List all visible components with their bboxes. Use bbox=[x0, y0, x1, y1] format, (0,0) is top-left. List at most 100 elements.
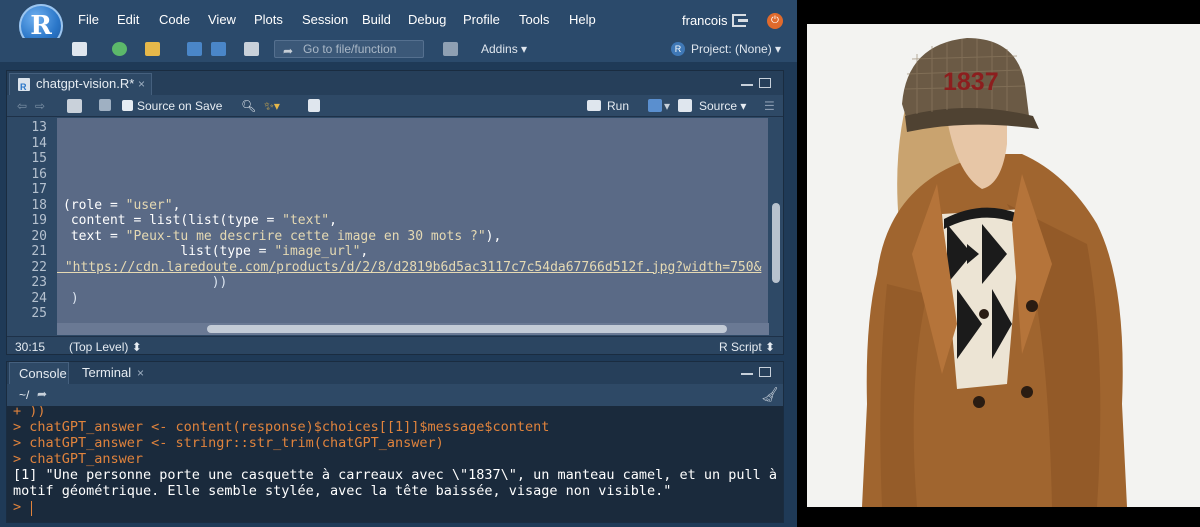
save-all-icon[interactable] bbox=[211, 42, 226, 56]
line-number: 13 bbox=[31, 120, 47, 135]
rerun-dropdown-icon[interactable]: ▾ bbox=[664, 99, 670, 113]
menu-view[interactable]: View bbox=[208, 12, 236, 27]
tab-console[interactable]: Console bbox=[9, 362, 69, 384]
maximize-pane-icon[interactable] bbox=[759, 78, 771, 88]
power-icon[interactable]: ⏻ bbox=[767, 13, 783, 29]
person-in-coat-illustration: 1837 bbox=[807, 24, 1200, 507]
console-line: > chatGPT_answer <- content(response)$ch… bbox=[13, 419, 550, 435]
console-pane: Console Terminal × ~/ ➦ 🧹︎ + )) > chatGP… bbox=[6, 361, 784, 523]
editor-toolbar: ⇦ ⇨ Source on Save 🔍︎ ✨︎▾ Run ▾ Source ▾… bbox=[7, 95, 783, 117]
back-arrow-icon[interactable]: ⇦ bbox=[17, 99, 27, 113]
editor-tab-strip: chatgpt-vision.R* × bbox=[7, 71, 783, 97]
code-line: (role = "user", bbox=[63, 197, 181, 213]
save-icon[interactable] bbox=[187, 42, 202, 56]
line-number: 19 bbox=[31, 213, 47, 228]
close-tab-icon[interactable]: × bbox=[138, 74, 145, 94]
username: francois bbox=[682, 13, 728, 28]
menu-help[interactable]: Help bbox=[569, 12, 596, 27]
menu-plots[interactable]: Plots bbox=[254, 12, 283, 27]
line-number: 21 bbox=[31, 244, 47, 259]
forward-arrow-icon[interactable]: ⇨ bbox=[35, 99, 45, 113]
print-icon[interactable] bbox=[244, 42, 259, 56]
rstudio-window: R File Edit Code View Plots Session Buil… bbox=[0, 0, 797, 527]
code-line: text = "Peux-tu me descrire cette image … bbox=[63, 228, 502, 244]
close-tab-icon[interactable]: × bbox=[137, 362, 144, 384]
search-icon[interactable]: 🔍︎ bbox=[241, 99, 256, 113]
menu-edit[interactable]: Edit bbox=[117, 12, 139, 27]
run-icon[interactable] bbox=[587, 100, 601, 111]
menu-tools[interactable]: Tools bbox=[519, 12, 549, 27]
line-number: 23 bbox=[31, 275, 47, 290]
menu-debug[interactable]: Debug bbox=[408, 12, 446, 27]
editor-horizontal-scrollbar[interactable] bbox=[57, 323, 769, 335]
maximize-pane-icon[interactable] bbox=[759, 367, 771, 377]
project-icon: R bbox=[671, 42, 685, 56]
working-directory[interactable]: ~/ bbox=[19, 388, 29, 402]
tab-terminal[interactable]: Terminal × bbox=[73, 362, 155, 384]
code-line-url: "https://cdn.laredoute.com/products/d/2/… bbox=[57, 259, 762, 275]
source-on-save-checkbox[interactable] bbox=[122, 100, 133, 111]
go-to-file-input[interactable]: ➦ Go to file/function bbox=[274, 40, 424, 58]
r-file-icon bbox=[18, 77, 30, 97]
line-number: 14 bbox=[31, 135, 47, 151]
tab-chatgpt-vision[interactable]: chatgpt-vision.R* × bbox=[9, 73, 152, 97]
source-button[interactable]: Source ▾ bbox=[699, 99, 746, 113]
console-line: [1] "Une personne porte une casquette à … bbox=[13, 467, 778, 483]
console-line: > chatGPT_answer bbox=[13, 451, 144, 467]
save-file-icon[interactable] bbox=[99, 99, 111, 111]
line-number: 20 bbox=[31, 228, 47, 244]
console-prompt[interactable]: > bbox=[13, 499, 21, 515]
new-file-icon[interactable] bbox=[72, 42, 87, 56]
menu-file[interactable]: File bbox=[78, 12, 99, 27]
sign-out-icon[interactable] bbox=[732, 14, 748, 27]
scroll-thumb[interactable] bbox=[772, 203, 780, 283]
go-to-arrow-icon: ➦ bbox=[283, 44, 294, 58]
line-number: 26 bbox=[7, 322, 47, 324]
line-number: 22 bbox=[31, 259, 47, 275]
source-icon[interactable] bbox=[678, 99, 692, 112]
code-line: ) bbox=[63, 290, 79, 306]
grid-layout-icon[interactable] bbox=[443, 42, 458, 56]
code-line: )) bbox=[63, 275, 228, 290]
code-line: list(type = "image_url", bbox=[63, 244, 369, 259]
source-editor-pane: chatgpt-vision.R* × ⇦ ⇨ Source on Save 🔍… bbox=[6, 70, 784, 355]
compile-report-icon[interactable] bbox=[308, 99, 320, 112]
minimize-pane-icon[interactable] bbox=[741, 372, 753, 375]
addins-menu[interactable]: Addins ▾ bbox=[481, 42, 527, 56]
console-line: > chatGPT_answer <- stringr::str_trim(ch… bbox=[13, 435, 444, 451]
project-menu[interactable]: Project: (None) ▾ bbox=[691, 42, 781, 56]
new-project-icon[interactable] bbox=[112, 42, 127, 56]
console-line: motif géométrique. Elle semble stylée, a… bbox=[13, 483, 672, 499]
file-type-selector[interactable]: R Script ⬍ bbox=[719, 340, 775, 354]
minimize-pane-icon[interactable] bbox=[741, 83, 753, 86]
console-path-bar: ~/ ➦ 🧹︎ bbox=[7, 384, 783, 406]
menu-profile[interactable]: Profile bbox=[463, 12, 500, 27]
code-line: content = list(list(type = "text", bbox=[63, 213, 337, 228]
code-editor[interactable]: 13 14 15 16 17 18 19 20 21 22 23 24 25 2… bbox=[7, 118, 768, 323]
scroll-thumb[interactable] bbox=[207, 325, 727, 333]
clear-console-icon[interactable]: 🧹︎ bbox=[761, 386, 779, 403]
photo-panel: 1837 bbox=[797, 0, 1200, 527]
line-number: 16 bbox=[31, 166, 47, 182]
go-to-directory-icon[interactable]: ➦ bbox=[37, 387, 47, 401]
rerun-icon[interactable] bbox=[648, 99, 662, 112]
cap-embroidery-text: 1837 bbox=[943, 68, 999, 96]
run-button[interactable]: Run bbox=[607, 99, 629, 113]
line-number-gutter: 13 14 15 16 17 18 19 20 21 22 23 24 25 2… bbox=[7, 118, 57, 323]
menu-code[interactable]: Code bbox=[159, 12, 190, 27]
line-number: 15 bbox=[31, 151, 47, 166]
scope-selector[interactable]: (Top Level) ⬍ bbox=[69, 340, 142, 354]
open-file-icon[interactable] bbox=[145, 42, 160, 56]
console-line: + )) bbox=[13, 406, 46, 419]
product-photo: 1837 bbox=[807, 24, 1200, 507]
line-number: 18 bbox=[31, 197, 47, 213]
menubar: R File Edit Code View Plots Session Buil… bbox=[0, 0, 797, 48]
console-output[interactable]: + )) > chatGPT_answer <- content(respons… bbox=[7, 406, 783, 522]
outline-icon[interactable]: ☰ bbox=[764, 99, 775, 113]
show-in-window-icon[interactable] bbox=[67, 99, 82, 113]
editor-vertical-scrollbar[interactable] bbox=[769, 118, 783, 323]
magic-wand-icon[interactable]: ✨︎▾ bbox=[264, 99, 280, 114]
menu-build[interactable]: Build bbox=[362, 12, 391, 27]
menu-session[interactable]: Session bbox=[302, 12, 348, 27]
console-tab-strip: Console Terminal × bbox=[7, 362, 783, 384]
